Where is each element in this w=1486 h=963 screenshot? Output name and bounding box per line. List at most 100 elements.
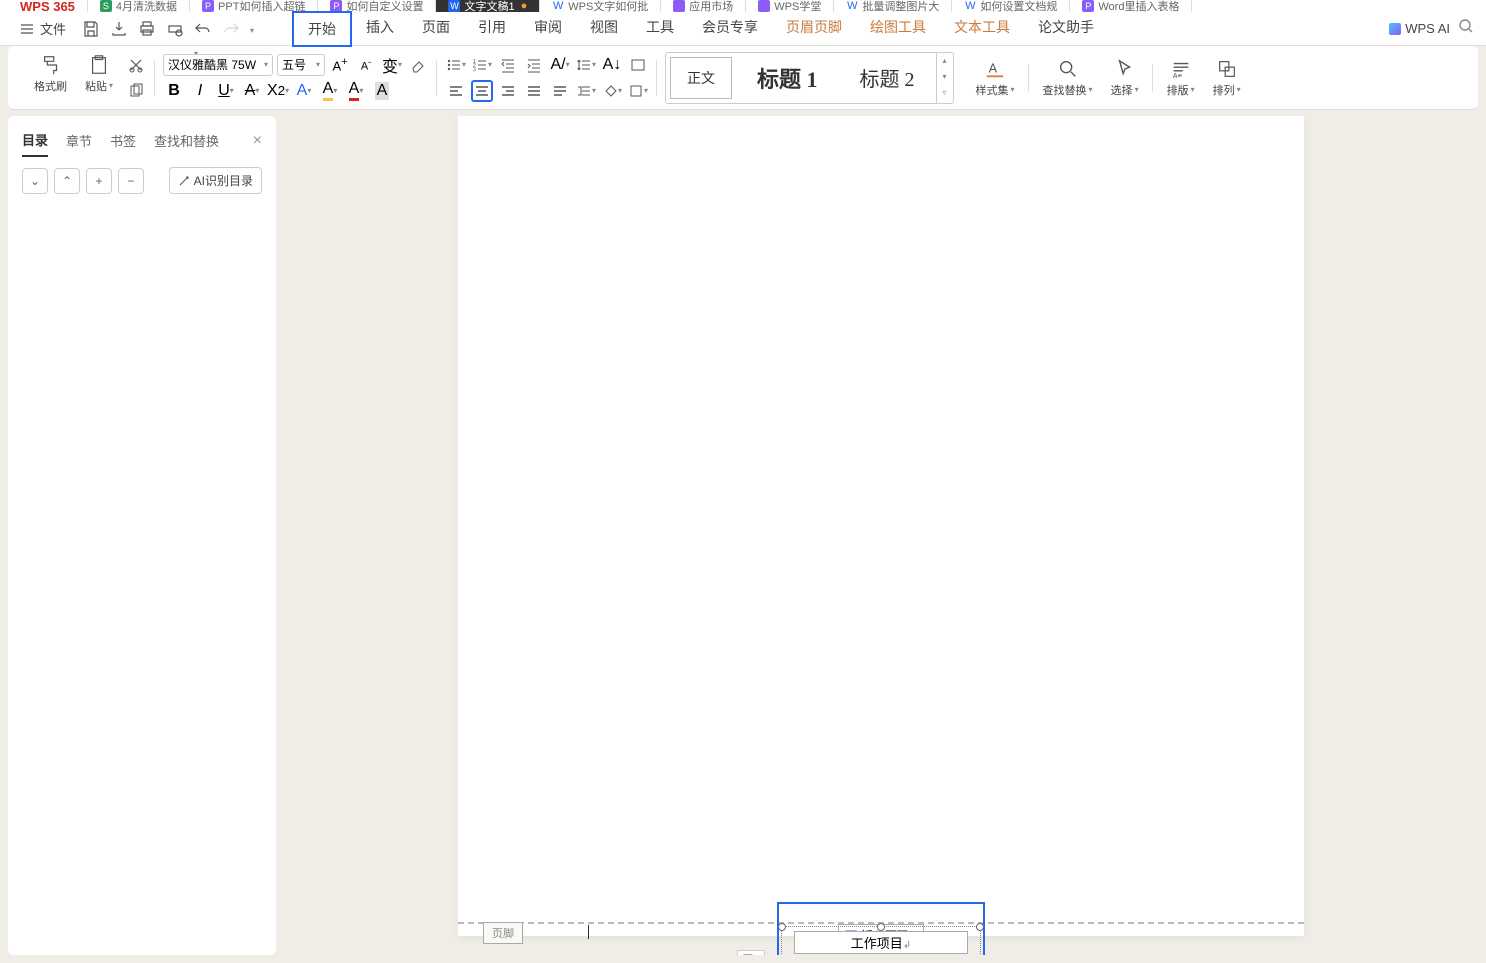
tab-reference[interactable]: 引用 xyxy=(464,11,520,47)
tab-view[interactable]: 视图 xyxy=(576,11,632,47)
clear-format-button[interactable] xyxy=(407,54,429,76)
style-set-button[interactable]: A 样式集▾ xyxy=(970,56,1021,100)
shrink-font-button[interactable]: A- xyxy=(355,54,377,76)
copy-icon xyxy=(128,83,144,99)
add-heading-button[interactable]: + xyxy=(86,168,112,194)
sidebar-tab-toc[interactable]: 目录 xyxy=(22,124,48,157)
grow-font-icon: A+ xyxy=(333,56,348,73)
select-button[interactable]: 选择▾ xyxy=(1105,56,1145,100)
strikethrough-button[interactable]: A▾ xyxy=(241,80,263,102)
styles-down-button[interactable]: ▾ xyxy=(937,69,953,85)
more-quick-icon[interactable]: ▾ xyxy=(250,20,268,38)
tab-insert[interactable]: 插入 xyxy=(352,11,408,47)
sidebar-tab-find[interactable]: 查找和替换 xyxy=(154,125,219,156)
justify-button[interactable] xyxy=(523,80,545,102)
remove-heading-button[interactable]: − xyxy=(118,168,144,194)
grow-font-button[interactable]: A+ xyxy=(329,54,351,76)
borders-button[interactable]: ▾ xyxy=(627,80,649,102)
italic-button[interactable]: I xyxy=(189,80,211,102)
redo-icon[interactable] xyxy=(222,20,240,38)
footer-textbox[interactable]: 工作项目↲ xyxy=(781,926,981,955)
navigation-sidebar: 目录 章节 书签 查找和替换 × ⌄ ⌃ + − AI识别目录 xyxy=(8,116,276,955)
font-size-select[interactable]: 五号▾ xyxy=(277,54,325,76)
cursor-icon xyxy=(1114,58,1136,80)
shading-button[interactable]: ▾ xyxy=(601,80,623,102)
ribbon: 格式刷 粘贴▾ 汉仪雅酷黑 75W▾ 五号▾ A+ A- 变▾ B xyxy=(8,46,1478,110)
tab-home[interactable]: 开始 xyxy=(292,11,352,47)
resize-handle[interactable] xyxy=(778,923,786,931)
cut-button[interactable] xyxy=(125,54,147,76)
font-color-button[interactable]: A▾ xyxy=(345,80,367,102)
show-marks-button[interactable] xyxy=(627,54,649,76)
text-effects-button[interactable]: A▾ xyxy=(293,80,315,102)
distribute-button[interactable] xyxy=(549,80,571,102)
text-direction-button[interactable]: A/▾ xyxy=(549,54,571,76)
align-left-button[interactable] xyxy=(445,80,467,102)
cut-icon xyxy=(128,57,144,73)
tab-header-footer[interactable]: 页眉页脚 xyxy=(772,11,856,47)
tab-thesis-helper[interactable]: 论文助手 xyxy=(1024,11,1108,47)
highlight-button[interactable]: A▾ xyxy=(319,80,341,102)
wps-ai-button[interactable]: WPS AI xyxy=(1389,21,1450,36)
paste-icon xyxy=(88,54,110,76)
spacing-icon xyxy=(576,57,592,73)
increase-indent-button[interactable] xyxy=(523,54,545,76)
tab-page[interactable]: 页面 xyxy=(408,11,464,47)
sidebar-tab-chapters[interactable]: 章节 xyxy=(66,125,92,156)
print-icon[interactable] xyxy=(138,20,156,38)
tabs-button[interactable]: ▾ xyxy=(575,80,597,102)
align-center-button[interactable] xyxy=(471,80,493,102)
tab-member[interactable]: 会员专享 xyxy=(688,11,772,47)
tab-review[interactable]: 审阅 xyxy=(520,11,576,47)
search-icon[interactable] xyxy=(1458,18,1474,39)
decrease-indent-button[interactable] xyxy=(497,54,519,76)
layout-button[interactable]: A≡ 排版▾ xyxy=(1161,56,1201,100)
bold-button[interactable]: B xyxy=(163,80,185,102)
footer-text[interactable]: 工作项目↲ xyxy=(794,931,968,954)
collapse-all-button[interactable]: ⌃ xyxy=(54,168,80,194)
file-menu[interactable]: 文件 xyxy=(12,19,74,38)
line-spacing-button[interactable]: ▾ xyxy=(575,54,597,76)
styles-gallery[interactable]: 正文 标题 1 标题 2 ▴ ▾ ▿ xyxy=(665,52,954,104)
layout-options-button[interactable]: ▾ xyxy=(737,950,765,955)
paste-button[interactable]: 粘贴▾ xyxy=(79,52,119,104)
copy-button[interactable] xyxy=(125,80,147,102)
document-canvas[interactable]: 页脚 # 插入页码▾ 工作项目↲ xyxy=(276,116,1486,955)
ai-toc-button[interactable]: AI识别目录 xyxy=(169,167,262,194)
scrollbar-track[interactable] xyxy=(1470,116,1486,955)
style-body[interactable]: 正文 xyxy=(670,57,732,99)
resize-handle[interactable] xyxy=(877,923,885,931)
styles-expand-button[interactable]: ▿ xyxy=(937,85,953,101)
char-shading-button[interactable]: A xyxy=(371,80,393,102)
style-h1[interactable]: 标题 1 xyxy=(740,57,835,99)
expand-all-button[interactable]: ⌄ xyxy=(22,168,48,194)
search-icon xyxy=(1057,58,1079,80)
style-h2[interactable]: 标题 2 xyxy=(843,57,932,99)
sidebar-tab-bookmarks[interactable]: 书签 xyxy=(110,125,136,156)
tab-tools[interactable]: 工具 xyxy=(632,11,688,47)
format-painter-button[interactable]: 格式刷 xyxy=(28,52,73,104)
wand-icon xyxy=(178,175,190,187)
sidebar-close-button[interactable]: × xyxy=(253,132,262,150)
styles-up-button[interactable]: ▴ xyxy=(937,53,953,69)
change-case-button[interactable]: 变▾ xyxy=(381,54,403,76)
font-name-select[interactable]: 汉仪雅酷黑 75W▾ xyxy=(163,54,273,76)
print-preview-icon[interactable] xyxy=(166,20,184,38)
resize-handle[interactable] xyxy=(976,923,984,931)
layout-icon: A≡ xyxy=(1170,58,1192,80)
sort-button[interactable]: A↓ xyxy=(601,54,623,76)
bullets-button[interactable]: ▾ xyxy=(445,54,467,76)
export-icon[interactable] xyxy=(110,20,128,38)
footer-region-label: 页脚 xyxy=(483,922,523,944)
numbering-button[interactable]: 123▾ xyxy=(471,54,493,76)
undo-icon[interactable]: ▾ xyxy=(194,20,212,38)
underline-button[interactable]: U▾ xyxy=(215,80,237,102)
tab-text-tools[interactable]: 文本工具 xyxy=(940,11,1024,47)
save-icon[interactable] xyxy=(82,20,100,38)
superscript-button[interactable]: X2▾ xyxy=(267,80,289,102)
find-replace-button[interactable]: 查找替换▾ xyxy=(1037,56,1099,100)
align-right-button[interactable] xyxy=(497,80,519,102)
tab-drawing-tools[interactable]: 绘图工具 xyxy=(856,11,940,47)
doc-tab[interactable]: S4月清洗数据 xyxy=(88,0,190,12)
arrange-button[interactable]: 排列▾ xyxy=(1207,56,1247,100)
